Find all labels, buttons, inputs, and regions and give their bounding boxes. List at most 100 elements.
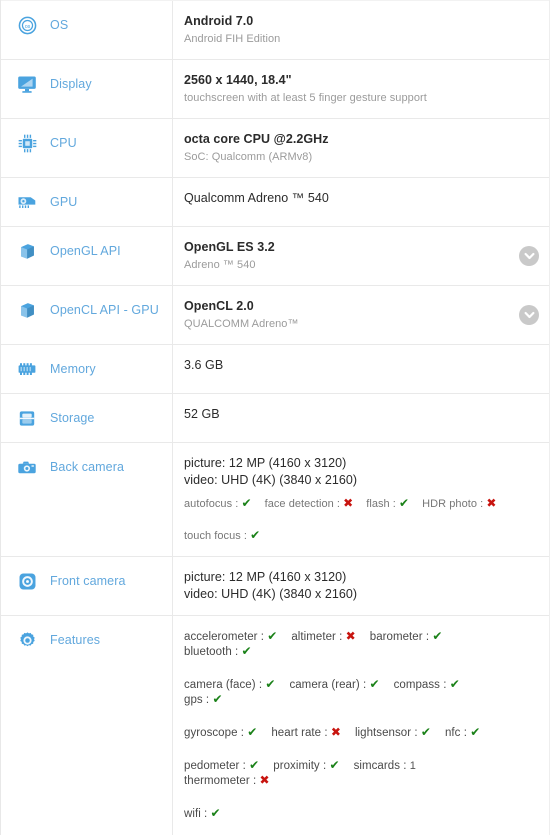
feature-flag-label: autofocus :: [184, 498, 242, 510]
back-camera-picture: picture: 12 MP (4160 x 3120): [184, 456, 347, 470]
spec-label-features: Features: [50, 633, 101, 647]
spec-row-back-camera: Back camera picture: 12 MP (4160 x 3120)…: [1, 443, 549, 557]
feature-flag-value-yes: ✔: [241, 496, 252, 510]
spec-label-cell-cpu: CPU: [1, 119, 173, 177]
expand-opencl-api-gpu-button[interactable]: [519, 305, 539, 325]
feature-flag-value-no: ✖: [259, 773, 270, 787]
feature-flag: thermometer : ✖: [184, 773, 270, 788]
spec-value-cell-cpu: octa core CPU @2.2GHz SoC: Qualcomm (ARM…: [173, 119, 549, 177]
spec-label-cell-front-camera: Front camera: [1, 557, 173, 615]
spec-value-cell-back-camera: picture: 12 MP (4160 x 3120) video: UHD …: [173, 443, 549, 556]
feature-flag: altimeter : ✖: [291, 629, 355, 644]
back-camera-flags-line-2: touch focus : ✔: [184, 527, 515, 544]
os-version: Android 7.0: [184, 14, 254, 28]
spec-value-cell-gpu: Qualcomm Adreno ™ 540: [173, 178, 549, 226]
cpu-chip-icon: [15, 132, 39, 154]
memory-ram-icon: [15, 358, 39, 380]
chevron-down-icon: [524, 311, 535, 319]
spec-row-os: os OS Android 7.0 Android FIH Edition: [1, 0, 549, 60]
display-resolution: 2560 x 1440, 18.4": [184, 73, 292, 87]
spec-label-storage: Storage: [50, 411, 95, 425]
feature-flag-label: thermometer :: [184, 775, 260, 787]
spec-label-opengl-api: OpenGL API: [50, 244, 121, 258]
spec-value-cell-os: Android 7.0 Android FIH Edition: [173, 1, 549, 59]
spec-row-cpu: CPU octa core CPU @2.2GHz SoC: Qualcomm …: [1, 119, 549, 178]
cube-3d-icon: [15, 240, 39, 262]
feature-flag-label: wifi :: [184, 808, 211, 820]
feature-flag-value-yes: ✔: [241, 644, 252, 658]
spec-label-back-camera: Back camera: [50, 460, 125, 474]
feature-row: accelerometer : ✔ altimeter : ✖ barometer …: [184, 629, 515, 659]
feature-flag-value-no: ✖: [345, 629, 356, 643]
spec-label-display: Display: [50, 77, 92, 91]
feature-row: wifi : ✔: [184, 806, 515, 821]
feature-flag-value-yes: ✔: [249, 758, 260, 772]
spec-label-memory: Memory: [50, 362, 96, 376]
device-spec-sheet: os OS Android 7.0 Android FIH Edition Di…: [0, 0, 550, 835]
opencl-version: OpenCL 2.0: [184, 299, 254, 313]
spec-label-cell-opengl-api: OpenGL API: [1, 227, 173, 285]
gpu-model: Qualcomm Adreno ™ 540: [184, 191, 329, 205]
feature-row: gyroscope : ✔ heart rate : ✖ lightsensor :…: [184, 725, 515, 740]
feature-flag-label: face detection :: [264, 498, 344, 510]
feature-flag-label: HDR photo :: [422, 498, 487, 510]
expand-opengl-api-button[interactable]: [519, 246, 539, 266]
memory-size: 3.6 GB: [184, 358, 224, 372]
cpu-soc: SoC: Qualcomm (ARMv8): [184, 151, 313, 163]
spec-value-cell-memory: 3.6 GB: [173, 345, 549, 393]
feature-flag-value-yes: ✔: [420, 725, 431, 739]
feature-flag: proximity : ✔: [273, 758, 339, 773]
feature-flag-value-yes: ✔: [329, 758, 340, 772]
feature-flag: pedometer : ✔: [184, 758, 259, 773]
spec-label-cell-memory: Memory: [1, 345, 173, 393]
feature-flag-label: touch focus :: [184, 530, 251, 542]
feature-flag: camera (face) : ✔: [184, 677, 275, 692]
feature-flag-value-yes: ✔: [210, 806, 221, 820]
feature-flag-label: heart rate :: [271, 727, 331, 739]
svg-text:os: os: [24, 23, 30, 29]
feature-flag: wifi : ✔: [184, 806, 221, 821]
feature-row: camera (face) : ✔ camera (rear) : ✔ compas…: [184, 677, 515, 707]
opengl-renderer: Adreno ™ 540: [184, 259, 256, 271]
feature-flag-label: compass :: [393, 679, 450, 691]
spec-label-front-camera: Front camera: [50, 574, 126, 588]
monitor-icon: [15, 73, 39, 95]
front-camera-picture: picture: 12 MP (4160 x 3120): [184, 570, 347, 584]
feature-flag-label: gyroscope :: [184, 727, 248, 739]
display-touch-info: touchscreen with at least 5 finger gestu…: [184, 92, 427, 104]
feature-flag-label: camera (face) :: [184, 679, 266, 691]
feature-flag-value-no: ✖: [330, 725, 341, 739]
feature-flag-label: bluetooth :: [184, 646, 242, 658]
feature-flag-value-yes: ✔: [399, 496, 410, 510]
camera-icon: [15, 456, 39, 478]
feature-flag-value-yes: ✔: [250, 528, 261, 542]
feature-flag: autofocus : ✔: [184, 495, 252, 512]
feature-flag-label: simcards :: [353, 760, 410, 772]
os-edition: Android FIH Edition: [184, 33, 281, 45]
spec-row-display: Display 2560 x 1440, 18.4" touchscreen w…: [1, 60, 549, 119]
feature-flag-value-yes: ✔: [432, 629, 443, 643]
spec-label-cell-os: os OS: [1, 1, 173, 59]
spec-label-os: OS: [50, 18, 69, 32]
feature-flag: simcards : 1: [354, 759, 416, 773]
feature-flag-value-no: ✖: [343, 496, 354, 510]
gear-icon: [15, 629, 39, 651]
spec-row-gpu: GPU Qualcomm Adreno ™ 540: [1, 178, 549, 227]
spec-value-cell-opengl-api: OpenGL ES 3.2 Adreno ™ 540: [173, 227, 549, 285]
spec-row-front-camera: Front camera picture: 12 MP (4160 x 3120…: [1, 557, 549, 616]
spec-label-cell-features: Features: [1, 616, 173, 835]
front-camera-video: video: UHD (4K) (3840 x 2160): [184, 587, 358, 601]
opengl-version: OpenGL ES 3.2: [184, 240, 275, 254]
spec-label-opencl-api-gpu: OpenCL API - GPU: [50, 303, 159, 317]
feature-flag: heart rate : ✖: [271, 725, 341, 740]
spec-value-cell-features: accelerometer : ✔ altimeter : ✖ barometer …: [173, 616, 549, 835]
cpu-cores-clock: octa core CPU @2.2GHz: [184, 132, 329, 146]
spec-label-gpu: GPU: [50, 195, 78, 209]
feature-flag: compass : ✔: [394, 677, 460, 692]
feature-flag: barometer : ✔: [370, 629, 443, 644]
feature-flag-value-num: 1: [409, 760, 416, 772]
feature-flag-label: camera (rear) :: [289, 679, 370, 691]
spec-row-storage: Storage 52 GB: [1, 394, 549, 443]
feature-flag-value-yes: ✔: [247, 725, 258, 739]
feature-flag-value-yes: ✔: [449, 677, 460, 691]
